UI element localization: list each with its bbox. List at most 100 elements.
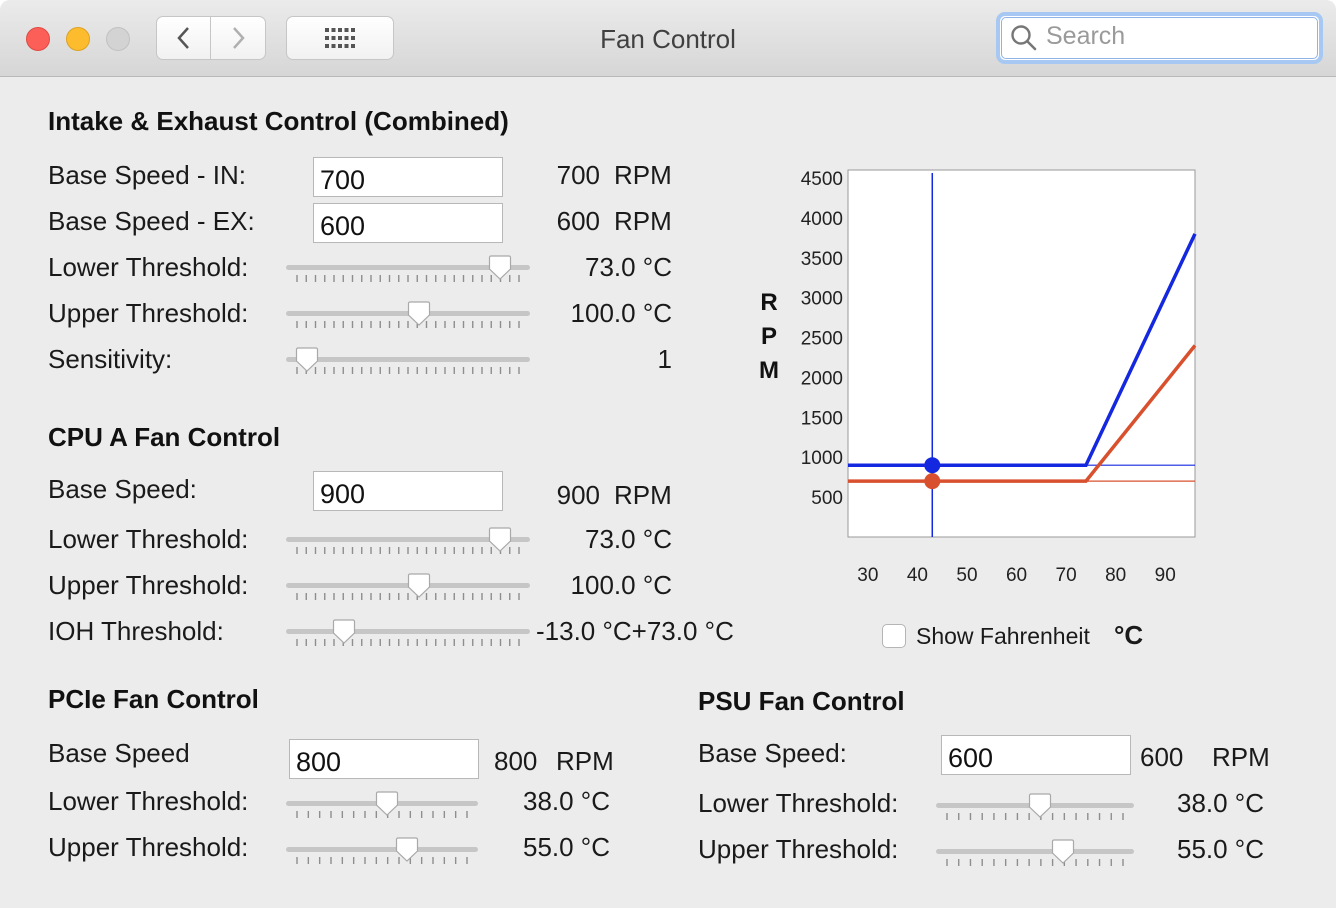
x-tick-label: 30 — [857, 565, 878, 586]
base-speed-in-input[interactable] — [313, 157, 503, 197]
search-input[interactable] — [1046, 22, 1306, 51]
search-icon — [1011, 25, 1037, 51]
fan-curve-chart: RPM 45004000350030002500200015001000500 … — [759, 169, 1197, 586]
combined-upper-threshold-slider[interactable] — [286, 300, 530, 339]
x-tick-label: 70 — [1056, 565, 1077, 586]
y-tick-label: 3000 — [801, 289, 843, 310]
base-speed-ex-input[interactable] — [313, 203, 503, 243]
pcie-base-speed-input[interactable] — [289, 739, 479, 779]
base-speed-in-label: Base Speed - IN: — [48, 160, 246, 190]
combined-upper-threshold-label: Upper Threshold: — [48, 298, 249, 328]
fan-control-window: Fan Control Intake & Exhaust Control (Co… — [0, 0, 1336, 908]
slider-thumb[interactable] — [407, 572, 431, 600]
slider-track — [286, 629, 530, 634]
slider-ticks — [296, 639, 520, 646]
cpu-upper-threshold-value: 100.0 °C — [570, 570, 672, 600]
slider-thumb[interactable] — [332, 618, 356, 646]
y-tick-label: 500 — [811, 488, 843, 509]
slider-thumb[interactable] — [488, 254, 512, 282]
y-tick-label: 4000 — [801, 209, 843, 230]
slider-ticks — [296, 547, 520, 554]
psu-upper-threshold-label: Upper Threshold: — [698, 834, 899, 864]
y-tick-label: 1000 — [801, 448, 843, 469]
slider-track — [286, 357, 530, 362]
show-fahrenheit-checkbox[interactable] — [882, 624, 906, 648]
pcie-lower-threshold-value: 38.0 °C — [522, 786, 610, 816]
slider-thumb[interactable] — [375, 790, 399, 818]
title-bar: Fan Control — [0, 0, 1336, 77]
x-tick-label: 60 — [1006, 565, 1027, 586]
slider-ticks — [296, 367, 520, 374]
pcie-base-speed-value: 800 — [494, 746, 538, 776]
psu-lower-threshold-slider[interactable] — [936, 792, 1134, 831]
psu-base-speed-value: 600 — [1140, 742, 1184, 772]
pcie-section-title: PCIe Fan Control — [48, 684, 259, 714]
psu-base-speed-label: Base Speed: — [698, 738, 847, 768]
current-point-dot — [924, 457, 941, 474]
psu-base-speed-unit: RPM — [1212, 742, 1270, 772]
pcie-base-speed-unit: RPM — [556, 746, 614, 776]
sensitivity-value: 1 — [657, 344, 672, 374]
pcie-upper-threshold-value: 55.0 °C — [522, 832, 610, 862]
sensitivity-label: Sensitivity: — [48, 344, 173, 374]
slider-thumb[interactable] — [295, 346, 319, 374]
slider-thumb[interactable] — [488, 526, 512, 554]
psu-lower-threshold-label: Lower Threshold: — [698, 788, 899, 818]
ioh-threshold-slider[interactable] — [286, 618, 530, 657]
combined-upper-threshold-value: 100.0 °C — [570, 298, 672, 328]
cpu-upper-threshold-slider[interactable] — [286, 572, 530, 611]
cpu-lower-threshold-slider[interactable] — [286, 526, 530, 565]
x-tick-label: 90 — [1155, 565, 1176, 586]
show-fahrenheit-label: Show Fahrenheit — [916, 623, 1090, 649]
sensitivity-slider[interactable] — [286, 346, 530, 385]
cpu-section-title: CPU A Fan Control — [48, 422, 281, 452]
combined-section-title: Intake & Exhaust Control (Combined) — [48, 106, 509, 136]
cpu-base-speed-value: 900 — [556, 480, 600, 510]
x-tick-label: 40 — [907, 565, 928, 586]
pcie-upper-threshold-label: Upper Threshold: — [48, 832, 249, 862]
base-speed-ex-label: Base Speed - EX: — [48, 206, 255, 236]
combined-lower-threshold-value: 73.0 °C — [584, 252, 672, 282]
cpu-base-speed-unit: RPM — [614, 480, 672, 510]
combined-lower-threshold-slider[interactable] — [286, 254, 530, 293]
pcie-lower-threshold-slider[interactable] — [286, 790, 478, 829]
psu-lower-threshold-value: 38.0 °C — [1176, 788, 1264, 818]
cpu-upper-threshold-label: Upper Threshold: — [48, 570, 249, 600]
y-tick-label: 2000 — [801, 368, 843, 389]
cpu-base-speed-input[interactable] — [313, 471, 503, 511]
y-axis-label-letter: R — [760, 289, 777, 316]
y-axis-label: RPM — [759, 289, 779, 384]
pcie-base-speed-label: Base Speed — [48, 738, 190, 768]
temperature-unit-label: °C — [1114, 620, 1144, 650]
psu-section-title: PSU Fan Control — [698, 686, 905, 716]
y-axis-label-letter: P — [761, 323, 777, 350]
slider-ticks — [296, 275, 520, 282]
x-tick-label: 50 — [956, 565, 977, 586]
pcie-lower-threshold-label: Lower Threshold: — [48, 786, 249, 816]
base-speed-in-value: 700 — [556, 160, 600, 190]
y-tick-label: 2500 — [801, 329, 843, 350]
ioh-threshold-value: -13.0 °C+73.0 °C — [536, 616, 734, 646]
slider-track — [936, 849, 1134, 854]
slider-track — [286, 847, 478, 852]
combined-lower-threshold-label: Lower Threshold: — [48, 252, 249, 282]
cpu-lower-threshold-value: 73.0 °C — [584, 524, 672, 554]
psu-base-speed-input[interactable] — [941, 735, 1131, 775]
current-point-dot — [924, 473, 941, 490]
slider-ticks — [296, 857, 468, 864]
slider-thumb[interactable] — [395, 836, 419, 864]
slider-thumb[interactable] — [407, 300, 431, 328]
cpu-base-speed-label: Base Speed: — [48, 474, 197, 504]
slider-ticks — [946, 859, 1124, 866]
slider-thumb[interactable] — [1028, 792, 1052, 820]
base-speed-ex-value: 600 — [556, 206, 600, 236]
psu-upper-threshold-value: 55.0 °C — [1176, 834, 1264, 864]
ioh-threshold-label: IOH Threshold: — [48, 616, 224, 646]
y-tick-label: 3500 — [801, 249, 843, 270]
psu-upper-threshold-slider[interactable] — [936, 838, 1134, 877]
y-tick-label: 4500 — [801, 169, 843, 190]
search-field[interactable] — [996, 12, 1323, 64]
base-speed-in-unit: RPM — [614, 160, 672, 190]
pcie-upper-threshold-slider[interactable] — [286, 836, 478, 875]
slider-thumb[interactable] — [1051, 838, 1075, 866]
